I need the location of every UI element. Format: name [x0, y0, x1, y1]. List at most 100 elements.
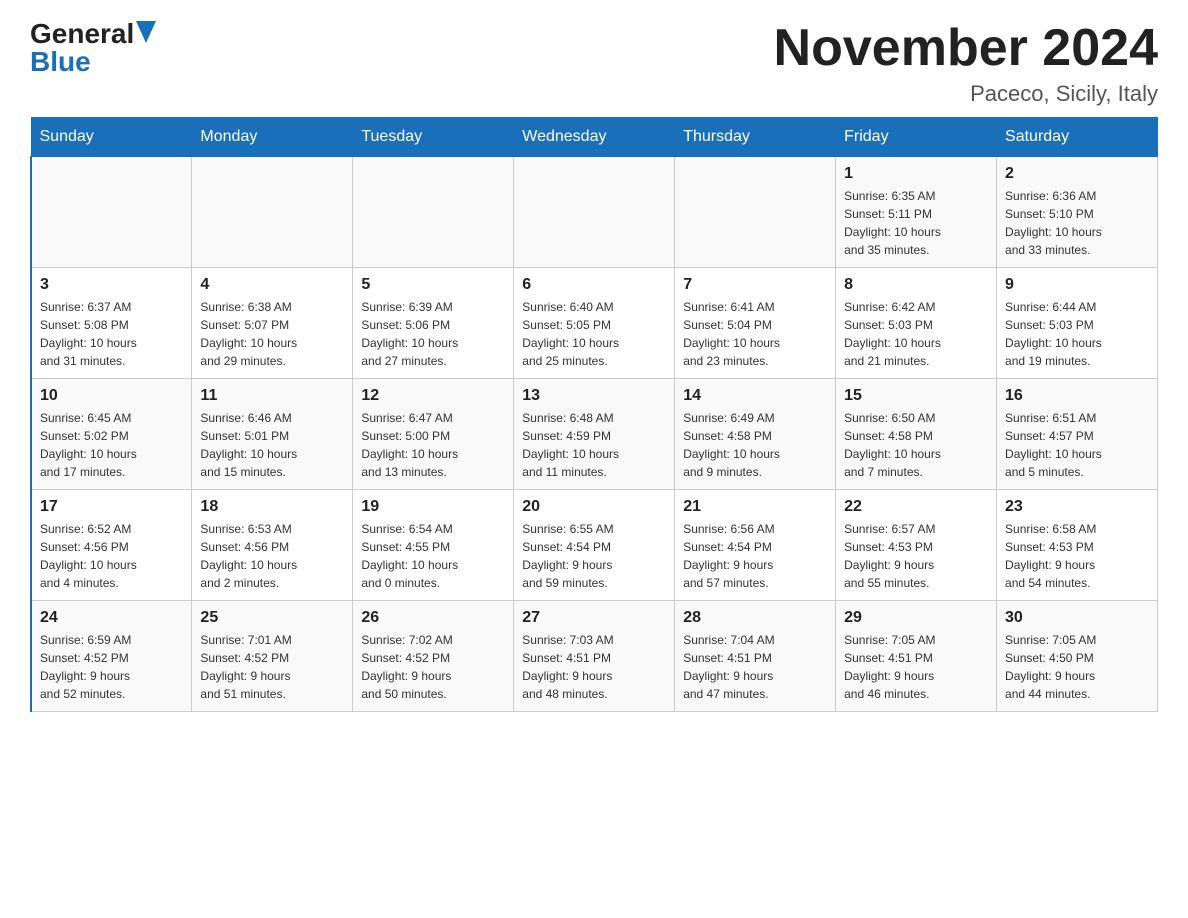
day-info: Sunrise: 7:05 AMSunset: 4:51 PMDaylight:…	[844, 631, 988, 703]
calendar-cell: 9Sunrise: 6:44 AMSunset: 5:03 PMDaylight…	[997, 268, 1158, 379]
day-info: Sunrise: 7:05 AMSunset: 4:50 PMDaylight:…	[1005, 631, 1149, 703]
logo-triangle-icon	[136, 21, 156, 43]
calendar-cell: 12 Sunrise: 6:47 AMSunset: 5:00 PMDayligh…	[353, 379, 514, 490]
calendar-cell: 18 Sunrise: 6:53 AMSunset: 4:56 PMDayligh…	[192, 490, 353, 601]
calendar-cell: 22 Sunrise: 6:57 AMSunset: 4:53 PMDayligh…	[836, 490, 997, 601]
day-info: Sunrise: 6:39 AMSunset: 5:06 PMDaylight:…	[361, 298, 505, 370]
day-number: 7	[683, 276, 827, 294]
calendar-cell: 21 Sunrise: 6:56 AMSunset: 4:54 PMDayligh…	[675, 490, 836, 601]
day-number: 21	[683, 498, 827, 516]
title-section: November 2024 Paceco, Sicily, Italy	[774, 20, 1158, 107]
calendar-cell: 7 Sunrise: 6:41 AMSunset: 5:04 PMDaylight…	[675, 268, 836, 379]
calendar-cell: 26 Sunrise: 7:02 AMSunset: 4:52 PMDayligh…	[353, 601, 514, 712]
calendar-cell: 6 Sunrise: 6:40 AMSunset: 5:05 PMDaylight…	[514, 268, 675, 379]
day-info: Sunrise: 7:03 AMSunset: 4:51 PMDaylight:…	[522, 631, 666, 703]
calendar-cell: 28 Sunrise: 7:04 AMSunset: 4:51 PMDayligh…	[675, 601, 836, 712]
calendar-cell: 23Sunrise: 6:58 AMSunset: 4:53 PMDayligh…	[997, 490, 1158, 601]
day-info: Sunrise: 6:54 AMSunset: 4:55 PMDaylight:…	[361, 520, 505, 592]
day-info: Sunrise: 7:02 AMSunset: 4:52 PMDaylight:…	[361, 631, 505, 703]
day-number: 24	[40, 609, 183, 627]
day-number: 12	[361, 387, 505, 405]
day-number: 6	[522, 276, 666, 294]
day-info: Sunrise: 6:49 AMSunset: 4:58 PMDaylight:…	[683, 409, 827, 481]
day-info: Sunrise: 6:45 AMSunset: 5:02 PMDaylight:…	[40, 409, 183, 481]
day-header-saturday: Saturday	[997, 118, 1158, 157]
day-info: Sunrise: 6:50 AMSunset: 4:58 PMDaylight:…	[844, 409, 988, 481]
calendar-week-5: 24 Sunrise: 6:59 AMSunset: 4:52 PMDayligh…	[31, 601, 1158, 712]
calendar-cell: 8 Sunrise: 6:42 AMSunset: 5:03 PMDaylight…	[836, 268, 997, 379]
calendar-table: SundayMondayTuesdayWednesdayThursdayFrid…	[30, 117, 1158, 712]
day-number: 2	[1005, 165, 1149, 183]
day-number: 25	[200, 609, 344, 627]
day-info: Sunrise: 6:57 AMSunset: 4:53 PMDaylight:…	[844, 520, 988, 592]
calendar-cell: 14 Sunrise: 6:49 AMSunset: 4:58 PMDayligh…	[675, 379, 836, 490]
day-info: Sunrise: 6:42 AMSunset: 5:03 PMDaylight:…	[844, 298, 988, 370]
calendar-cell: 29 Sunrise: 7:05 AMSunset: 4:51 PMDayligh…	[836, 601, 997, 712]
day-info: Sunrise: 6:47 AMSunset: 5:00 PMDaylight:…	[361, 409, 505, 481]
calendar-cell	[675, 157, 836, 268]
day-info: Sunrise: 6:36 AMSunset: 5:10 PMDaylight:…	[1005, 187, 1149, 259]
day-info: Sunrise: 7:04 AMSunset: 4:51 PMDaylight:…	[683, 631, 827, 703]
calendar-cell: 20Sunrise: 6:55 AMSunset: 4:54 PMDayligh…	[514, 490, 675, 601]
calendar-cell: 13 Sunrise: 6:48 AMSunset: 4:59 PMDayligh…	[514, 379, 675, 490]
calendar-cell: 24 Sunrise: 6:59 AMSunset: 4:52 PMDayligh…	[31, 601, 192, 712]
day-info: Sunrise: 6:46 AMSunset: 5:01 PMDaylight:…	[200, 409, 344, 481]
day-info: Sunrise: 6:37 AMSunset: 5:08 PMDaylight:…	[40, 298, 183, 370]
day-header-friday: Friday	[836, 118, 997, 157]
day-number: 5	[361, 276, 505, 294]
day-number: 17	[40, 498, 183, 516]
calendar-cell: 5 Sunrise: 6:39 AMSunset: 5:06 PMDaylight…	[353, 268, 514, 379]
day-info: Sunrise: 6:38 AMSunset: 5:07 PMDaylight:…	[200, 298, 344, 370]
calendar-cell: 1Sunrise: 6:35 AMSunset: 5:11 PMDaylight…	[836, 157, 997, 268]
day-info: Sunrise: 6:41 AMSunset: 5:04 PMDaylight:…	[683, 298, 827, 370]
day-number: 29	[844, 609, 988, 627]
day-info: Sunrise: 6:52 AMSunset: 4:56 PMDaylight:…	[40, 520, 183, 592]
day-header-monday: Monday	[192, 118, 353, 157]
day-info: Sunrise: 6:35 AMSunset: 5:11 PMDaylight:…	[844, 187, 988, 259]
day-number: 10	[40, 387, 183, 405]
day-number: 28	[683, 609, 827, 627]
day-number: 30	[1005, 609, 1149, 627]
day-number: 3	[40, 276, 183, 294]
calendar-cell: 30 Sunrise: 7:05 AMSunset: 4:50 PMDayligh…	[997, 601, 1158, 712]
day-info: Sunrise: 6:55 AMSunset: 4:54 PMDaylight:…	[522, 520, 666, 592]
day-info: Sunrise: 6:48 AMSunset: 4:59 PMDaylight:…	[522, 409, 666, 481]
day-header-thursday: Thursday	[675, 118, 836, 157]
month-title: November 2024	[774, 20, 1158, 77]
calendar-cell: 3 Sunrise: 6:37 AMSunset: 5:08 PMDaylight…	[31, 268, 192, 379]
day-number: 13	[522, 387, 666, 405]
day-info: Sunrise: 6:56 AMSunset: 4:54 PMDaylight:…	[683, 520, 827, 592]
calendar-cell	[353, 157, 514, 268]
day-number: 26	[361, 609, 505, 627]
calendar-header: SundayMondayTuesdayWednesdayThursdayFrid…	[31, 118, 1158, 157]
calendar-week-4: 17 Sunrise: 6:52 AMSunset: 4:56 PMDayligh…	[31, 490, 1158, 601]
day-info: Sunrise: 6:44 AMSunset: 5:03 PMDaylight:…	[1005, 298, 1149, 370]
calendar-cell: 17 Sunrise: 6:52 AMSunset: 4:56 PMDayligh…	[31, 490, 192, 601]
day-info: Sunrise: 6:51 AMSunset: 4:57 PMDaylight:…	[1005, 409, 1149, 481]
page-header: General Blue November 2024 Paceco, Sicil…	[30, 20, 1158, 107]
day-info: Sunrise: 6:53 AMSunset: 4:56 PMDaylight:…	[200, 520, 344, 592]
day-header-tuesday: Tuesday	[353, 118, 514, 157]
day-number: 27	[522, 609, 666, 627]
calendar-cell: 15 Sunrise: 6:50 AMSunset: 4:58 PMDayligh…	[836, 379, 997, 490]
location-label: Paceco, Sicily, Italy	[774, 81, 1158, 107]
day-number: 22	[844, 498, 988, 516]
calendar-cell: 19 Sunrise: 6:54 AMSunset: 4:55 PMDayligh…	[353, 490, 514, 601]
day-number: 23	[1005, 498, 1149, 516]
calendar-week-3: 10 Sunrise: 6:45 AMSunset: 5:02 PMDayligh…	[31, 379, 1158, 490]
day-number: 14	[683, 387, 827, 405]
calendar-cell: 11 Sunrise: 6:46 AMSunset: 5:01 PMDayligh…	[192, 379, 353, 490]
logo-general-text: General	[30, 20, 134, 48]
day-number: 15	[844, 387, 988, 405]
calendar-cell: 4 Sunrise: 6:38 AMSunset: 5:07 PMDaylight…	[192, 268, 353, 379]
calendar-cell	[31, 157, 192, 268]
day-number: 19	[361, 498, 505, 516]
day-number: 4	[200, 276, 344, 294]
day-number: 11	[200, 387, 344, 405]
day-number: 8	[844, 276, 988, 294]
day-info: Sunrise: 6:59 AMSunset: 4:52 PMDaylight:…	[40, 631, 183, 703]
day-number: 18	[200, 498, 344, 516]
calendar-cell	[514, 157, 675, 268]
day-header-wednesday: Wednesday	[514, 118, 675, 157]
day-info: Sunrise: 6:40 AMSunset: 5:05 PMDaylight:…	[522, 298, 666, 370]
